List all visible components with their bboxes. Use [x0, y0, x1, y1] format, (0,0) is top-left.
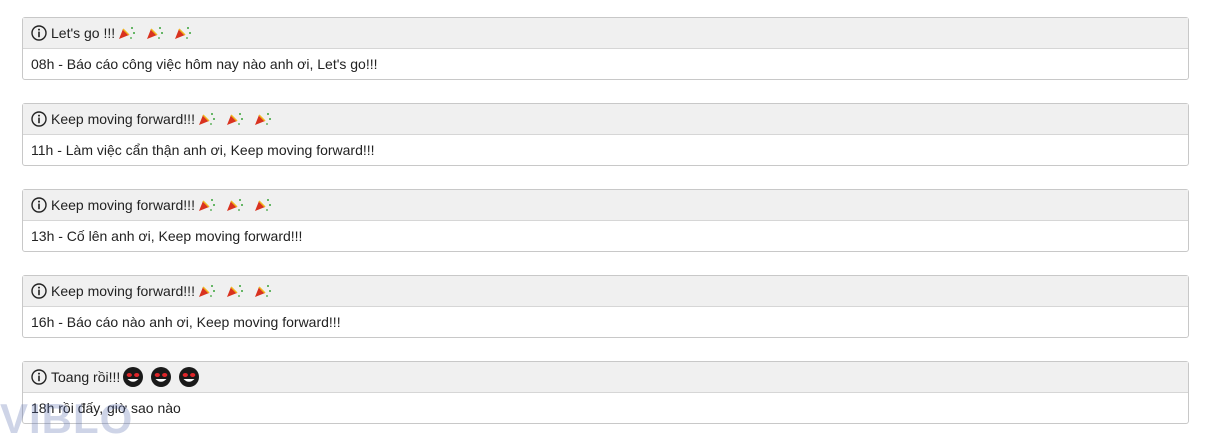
- party-popper-icon: [173, 25, 193, 41]
- party-popper-icon: [117, 25, 137, 41]
- notification-body: 08h - Báo cáo công việc hôm nay nào anh …: [31, 56, 378, 72]
- notification-body: 18h rồi đấy, giờ sao nào: [31, 400, 181, 416]
- emoji-row: [197, 111, 281, 127]
- party-popper-icon: [225, 111, 245, 127]
- notification-title: Keep moving forward!!!: [51, 283, 195, 299]
- emoji-row: [197, 283, 281, 299]
- notification-body: 16h - Báo cáo nào anh ơi, Keep moving fo…: [31, 314, 341, 330]
- notification-card: Keep moving forward!!! 11h - Làm việc cẩ…: [22, 103, 1189, 166]
- notification-title: Toang rồi!!!: [51, 369, 121, 385]
- emoji-row: [122, 366, 206, 388]
- devil-face-icon: [150, 366, 172, 388]
- party-popper-icon: [253, 111, 273, 127]
- notification-title: Let's go !!!: [51, 25, 116, 41]
- notification-header: Keep moving forward!!!: [23, 276, 1188, 307]
- notification-title: Keep moving forward!!!: [51, 197, 195, 213]
- notification-card: Keep moving forward!!! 13h - Cố lên anh …: [22, 189, 1189, 252]
- notification-list: Let's go !!! 08h - Báo cáo công việc hôm…: [22, 17, 1189, 447]
- info-icon: [31, 197, 47, 213]
- party-popper-icon: [197, 111, 217, 127]
- notification-card: Let's go !!! 08h - Báo cáo công việc hôm…: [22, 17, 1189, 80]
- notification-body: 11h - Làm việc cẩn thận anh ơi, Keep mov…: [31, 142, 375, 158]
- info-icon: [31, 111, 47, 127]
- notification-header: Keep moving forward!!!: [23, 104, 1188, 135]
- party-popper-icon: [253, 197, 273, 213]
- emoji-row: [197, 197, 281, 213]
- party-popper-icon: [197, 283, 217, 299]
- notification-header: Keep moving forward!!!: [23, 190, 1188, 221]
- notification-header: Let's go !!!: [23, 18, 1188, 49]
- notification-title: Keep moving forward!!!: [51, 111, 195, 127]
- party-popper-icon: [225, 197, 245, 213]
- party-popper-icon: [197, 197, 217, 213]
- info-icon: [31, 283, 47, 299]
- devil-face-icon: [178, 366, 200, 388]
- notification-body: 13h - Cố lên anh ơi, Keep moving forward…: [31, 228, 303, 244]
- notification-card: Toang rồi!!! 18h rồi đấy, giờ sao nào: [22, 361, 1189, 424]
- notification-card: Keep moving forward!!! 16h - Báo cáo nào…: [22, 275, 1189, 338]
- notification-header: Toang rồi!!!: [23, 362, 1188, 393]
- emoji-row: [117, 25, 201, 41]
- party-popper-icon: [145, 25, 165, 41]
- info-icon: [31, 369, 47, 385]
- party-popper-icon: [253, 283, 273, 299]
- info-icon: [31, 25, 47, 41]
- devil-face-icon: [122, 366, 144, 388]
- party-popper-icon: [225, 283, 245, 299]
